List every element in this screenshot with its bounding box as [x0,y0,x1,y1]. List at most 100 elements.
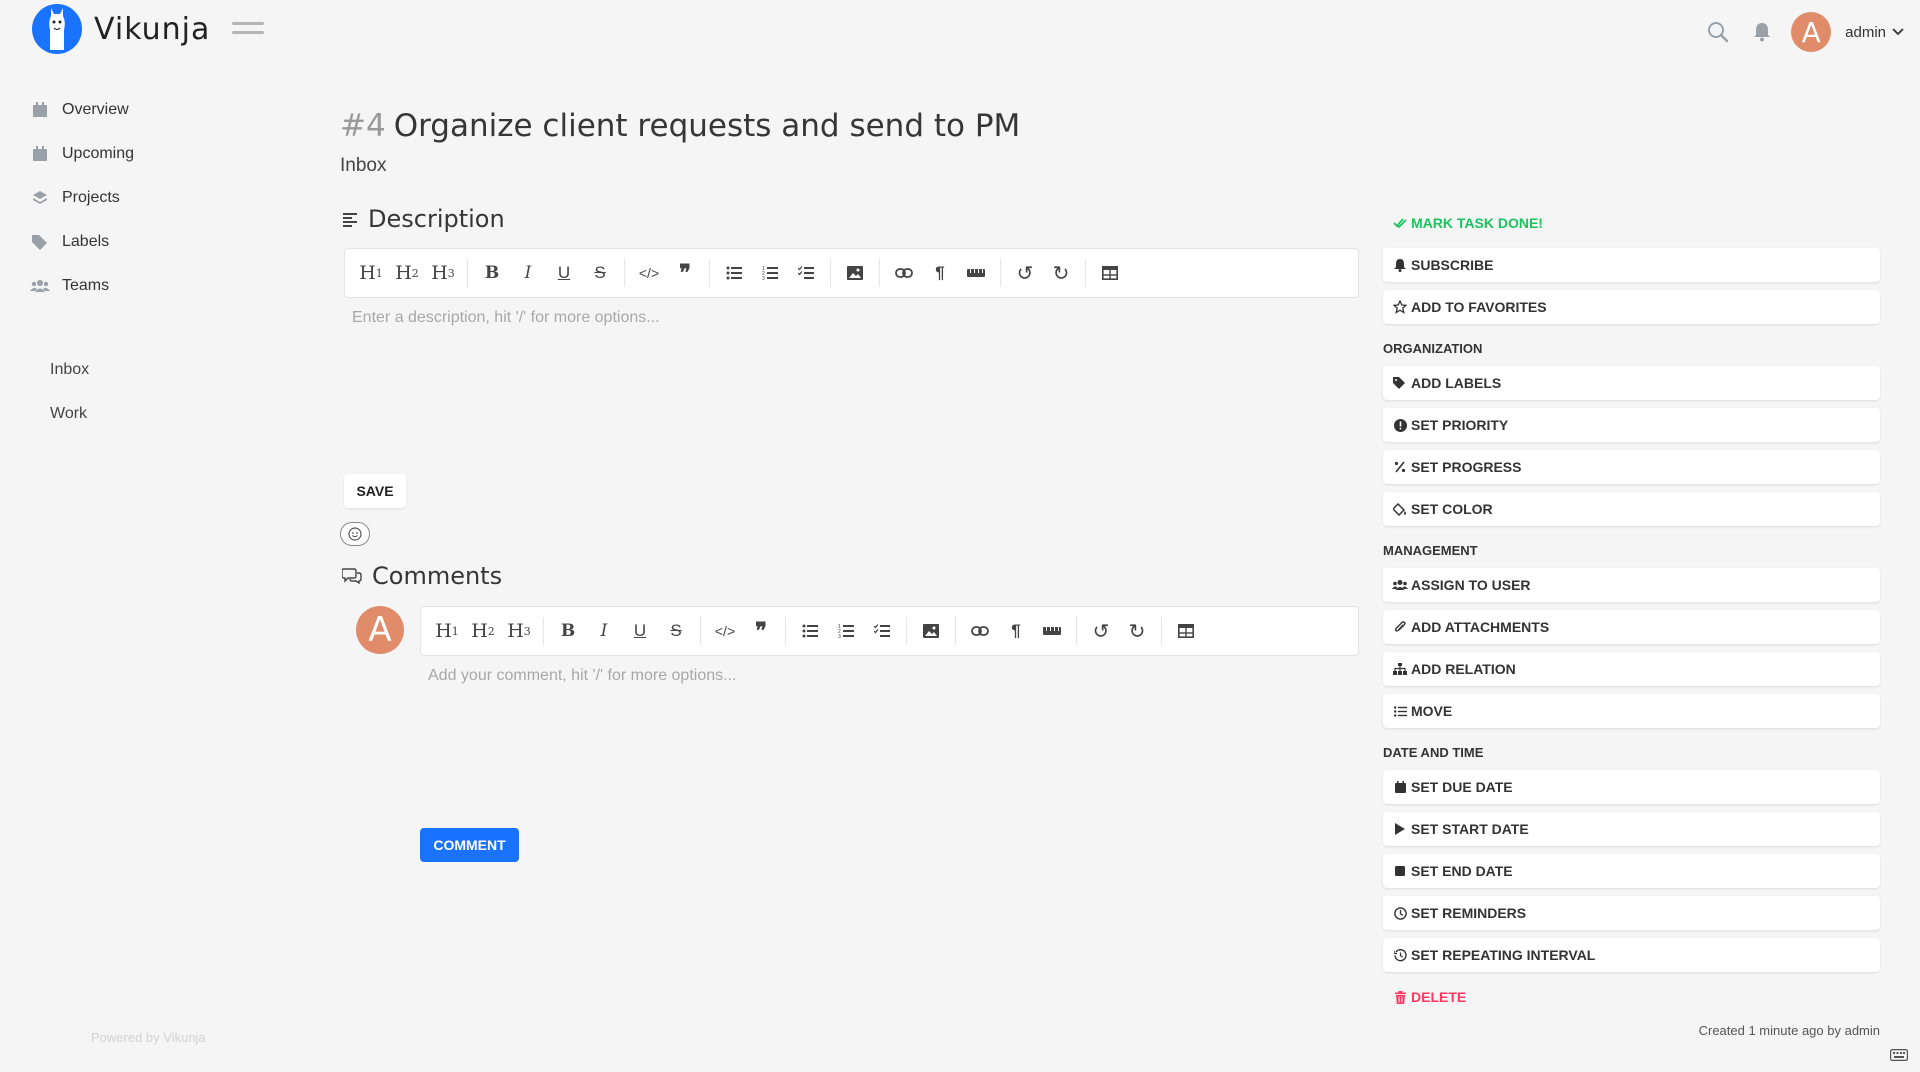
set-color-button[interactable]: SET COLOR [1383,492,1880,526]
heading-1-button[interactable]: H1 [429,613,465,649]
add-relation-button[interactable]: ADD RELATION [1383,652,1880,686]
ordered-list-button[interactable]: 123 [752,255,788,291]
powered-by[interactable]: Powered by Vikunja [91,1030,206,1045]
task-id: #4 [340,108,386,144]
task-list-button[interactable] [788,255,824,291]
sitemap-icon [1392,661,1408,677]
app-logo[interactable]: Vikunja [32,4,210,54]
sidebar-item-label: Labels [62,233,110,250]
bell-icon [1392,257,1408,273]
set-due-date-button[interactable]: SET DUE DATE [1383,770,1880,804]
comment-editor[interactable]: Add your comment, hit '/' for more optio… [428,667,736,685]
align-left-icon [342,211,358,227]
sidebar-item-projects[interactable]: Projects [30,176,260,220]
layers-icon [30,188,50,208]
add-to-favorites-button[interactable]: ADD TO FAVORITES [1383,290,1880,324]
task-actions-panel: MARK TASK DONE! SUBSCRIBE ADD TO FAVORIT… [1383,0,1880,1072]
play-icon [1392,821,1408,837]
link-button[interactable] [886,255,922,291]
delete-button[interactable]: DELETE [1383,980,1880,1014]
set-reminders-button[interactable]: SET REMINDERS [1383,896,1880,930]
redo-button[interactable]: ↻ [1043,255,1079,291]
sidebar-nav: Overview Upcoming Projects Labels Teams [30,88,260,308]
percent-icon [1392,459,1408,475]
horizontal-rule-button[interactable] [1034,613,1070,649]
underline-button[interactable]: U [622,613,658,649]
sidebar-item-overview[interactable]: Overview [30,88,260,132]
task-list-button[interactable] [864,613,900,649]
heading-1-button[interactable]: H1 [353,255,389,291]
delete-label: DELETE [1411,989,1467,1005]
paragraph-button[interactable]: ¶ [922,255,958,291]
underline-button[interactable]: U [546,255,582,291]
task-project[interactable]: Inbox [340,155,386,177]
project-item-inbox[interactable]: Inbox [50,348,89,392]
add-labels-button[interactable]: ADD LABELS [1383,366,1880,400]
management-heading: MANAGEMENT [1383,543,1478,558]
horizontal-rule-button[interactable] [958,255,994,291]
commenter-avatar: A [356,606,404,654]
bullet-list-button[interactable] [716,255,752,291]
date-time-heading: DATE AND TIME [1383,745,1484,760]
llama-logo-icon [32,4,82,54]
set-end-date-button[interactable]: SET END DATE [1383,854,1880,888]
heading-2-button[interactable]: H2 [389,255,425,291]
set-start-date-label: SET START DATE [1411,821,1529,837]
image-button[interactable] [837,255,873,291]
save-button[interactable]: SAVE [344,474,406,508]
table-button[interactable] [1092,255,1128,291]
description-editor[interactable]: Enter a description, hit '/' for more op… [352,309,660,327]
assign-to-user-button[interactable]: ASSIGN TO USER [1383,568,1880,602]
sidebar-item-label: Projects [62,189,120,206]
menu-toggle-button[interactable] [232,22,264,40]
sidebar-item-teams[interactable]: Teams [30,264,260,308]
strikethrough-button[interactable]: S [582,255,618,291]
code-button[interactable]: </> [631,255,667,291]
add-attachments-button[interactable]: ADD ATTACHMENTS [1383,610,1880,644]
bold-button[interactable]: B [474,255,510,291]
strikethrough-button[interactable]: S [658,613,694,649]
undo-button[interactable]: ↺ [1083,613,1119,649]
table-button[interactable] [1168,613,1204,649]
comments-icon [342,567,362,585]
mark-done-button[interactable]: MARK TASK DONE! [1383,206,1880,240]
paragraph-button[interactable]: ¶ [998,613,1034,649]
comment-button[interactable]: COMMENT [420,828,519,862]
stop-icon [1392,863,1408,879]
set-priority-button[interactable]: SET PRIORITY [1383,408,1880,442]
sidebar-item-upcoming[interactable]: Upcoming [30,132,260,176]
move-button[interactable]: MOVE [1383,694,1880,728]
quote-button[interactable]: ❞ [743,613,779,649]
keyboard-shortcuts-icon[interactable] [1890,1048,1908,1066]
image-button[interactable] [913,613,949,649]
quote-button[interactable]: ❞ [667,255,703,291]
italic-button[interactable]: I [586,613,622,649]
description-editor-toolbar: H1 H2 H3 B I U S </> ❞ 123 ¶ ↺ ↻ [344,248,1359,298]
link-button[interactable] [962,613,998,649]
subscribe-button[interactable]: SUBSCRIBE [1383,248,1880,282]
ordered-list-button[interactable]: 123 [828,613,864,649]
star-icon [1392,299,1408,315]
bold-button[interactable]: B [550,613,586,649]
undo-button[interactable]: ↺ [1007,255,1043,291]
exclamation-circle-icon [1392,417,1408,433]
sidebar-item-labels[interactable]: Labels [30,220,260,264]
set-start-date-button[interactable]: SET START DATE [1383,812,1880,846]
heading-2-button[interactable]: H2 [465,613,501,649]
italic-button[interactable]: I [510,255,546,291]
users-icon [1392,577,1408,593]
add-reaction-button[interactable] [340,522,370,546]
code-button[interactable]: </> [707,613,743,649]
move-label: MOVE [1411,703,1453,719]
redo-button[interactable]: ↻ [1119,613,1155,649]
set-repeating-interval-button[interactable]: SET REPEATING INTERVAL [1383,938,1880,972]
task-title[interactable]: Organize client requests and send to PM [394,108,1021,144]
sidebar-item-label: Upcoming [62,145,135,162]
bullet-list-button[interactable] [792,613,828,649]
heading-3-button[interactable]: H3 [425,255,461,291]
project-list: Inbox Work [50,348,89,436]
heading-3-button[interactable]: H3 [501,613,537,649]
set-progress-button[interactable]: SET PROGRESS [1383,450,1880,484]
project-item-work[interactable]: Work [50,392,89,436]
clock-icon [1392,905,1408,921]
